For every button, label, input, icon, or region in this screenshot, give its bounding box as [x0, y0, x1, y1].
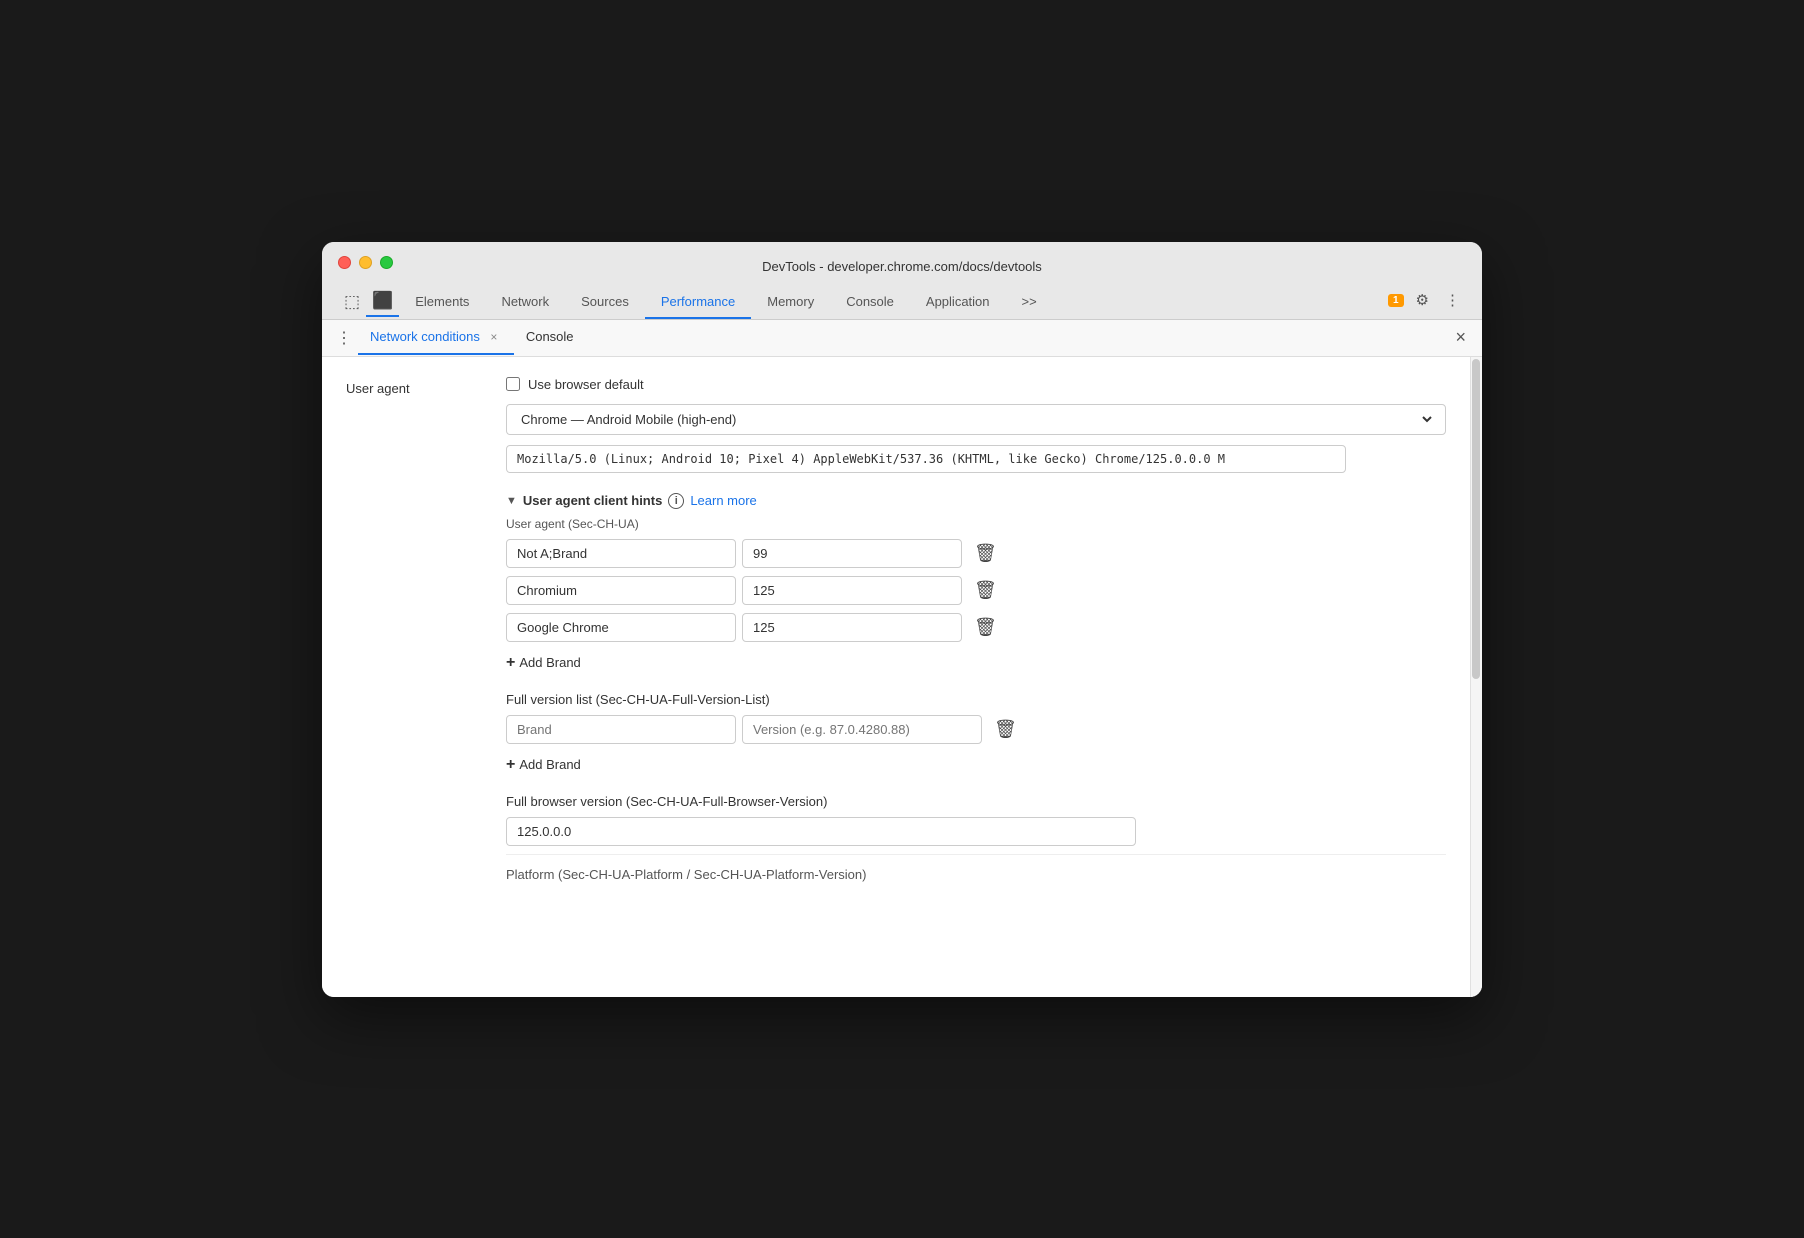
tab-elements[interactable]: Elements: [399, 286, 485, 319]
add-brand-full-label: Add Brand: [519, 757, 580, 772]
user-agent-content: Use browser default Chrome — Android Mob…: [506, 377, 1446, 882]
drawer-tab-nc-close[interactable]: ×: [486, 329, 502, 345]
trash-icon-0: 🗑: [974, 543, 997, 563]
minimize-button[interactable]: [359, 256, 372, 269]
trash-icon-1: 🗑: [974, 580, 997, 600]
ua-dropdown-select[interactable]: Chrome — Android Mobile (high-end): [517, 411, 1435, 428]
cursor-icon-btn[interactable]: ⬚: [338, 288, 366, 316]
full-version-brand-input[interactable]: [506, 715, 736, 744]
drawer-close-button[interactable]: ×: [1447, 323, 1474, 352]
full-version-list-section: Full version list (Sec-CH-UA-Full-Versio…: [506, 692, 1446, 778]
drawer-tab-nc-label: Network conditions: [370, 329, 480, 344]
full-browser-version-label: Full browser version (Sec-CH-UA-Full-Bro…: [506, 794, 1446, 809]
ua-dropdown[interactable]: Chrome — Android Mobile (high-end): [506, 404, 1446, 435]
ua-string-field[interactable]: Mozilla/5.0 (Linux; Android 10; Pixel 4)…: [506, 445, 1346, 473]
tab-sources[interactable]: Sources: [565, 286, 645, 319]
toolbar-icons: 1 ⚙ ⋮: [1388, 287, 1466, 317]
more-options-button[interactable]: ⋮: [1439, 287, 1466, 313]
brand-row-0: 🗑: [506, 539, 1446, 568]
use-browser-default-label: Use browser default: [528, 377, 644, 392]
client-hints-label: User agent client hints: [523, 493, 662, 508]
devtools-body: ⋮ Network conditions × Console × User ag…: [322, 320, 1482, 997]
full-version-version-input[interactable]: [742, 715, 982, 744]
add-brand-label: Add Brand: [519, 655, 580, 670]
brand-version-input-2[interactable]: [742, 613, 962, 642]
trash-icon-full: 🗑: [994, 719, 1017, 739]
full-browser-version-input[interactable]: [506, 817, 1136, 846]
client-hints-title: ▼ User agent client hints i Learn more: [506, 493, 1446, 509]
drawer-tab-console[interactable]: Console: [514, 321, 586, 354]
inspect-icon-btn[interactable]: ⬛: [366, 287, 399, 317]
brand-name-input-2[interactable]: [506, 613, 736, 642]
drawer-more-icon[interactable]: ⋮: [330, 320, 358, 356]
brand-version-input-0[interactable]: [742, 539, 962, 568]
sec-ch-ua-label: User agent (Sec-CH-UA): [506, 517, 1446, 531]
tab-more[interactable]: >>: [1006, 286, 1053, 319]
learn-more-link[interactable]: Learn more: [690, 493, 756, 508]
brand-row-2: 🗑: [506, 613, 1446, 642]
expand-triangle-icon[interactable]: ▼: [506, 495, 517, 507]
full-version-brand-row-0: 🗑: [506, 715, 1446, 744]
devtools-window: DevTools - developer.chrome.com/docs/dev…: [322, 242, 1482, 997]
use-browser-default-checkbox[interactable]: [506, 377, 520, 391]
delete-brand-btn-2[interactable]: 🗑: [968, 613, 1003, 642]
scrollbar-thumb[interactable]: [1472, 359, 1480, 679]
use-browser-default-row: Use browser default: [506, 377, 1446, 392]
tab-network[interactable]: Network: [485, 286, 565, 319]
scrollbar-track[interactable]: [1470, 357, 1482, 997]
add-brand-full-button[interactable]: + Add Brand: [506, 752, 581, 778]
trash-icon-2: 🗑: [974, 617, 997, 637]
brand-name-input-1[interactable]: [506, 576, 736, 605]
brand-name-input-0[interactable]: [506, 539, 736, 568]
add-icon-full: +: [506, 756, 515, 774]
user-agent-label: User agent: [346, 377, 506, 396]
user-agent-section: User agent Use browser default Chrome — …: [346, 377, 1446, 882]
delete-brand-btn-1[interactable]: 🗑: [968, 576, 1003, 605]
tab-application[interactable]: Application: [910, 286, 1006, 319]
drawer-tab-console-label: Console: [526, 329, 574, 344]
window-title: DevTools - developer.chrome.com/docs/dev…: [338, 259, 1466, 274]
delete-full-version-brand-btn[interactable]: 🗑: [988, 715, 1023, 744]
settings-button[interactable]: ⚙: [1410, 287, 1435, 313]
maximize-button[interactable]: [380, 256, 393, 269]
delete-brand-btn-0[interactable]: 🗑: [968, 539, 1003, 568]
main-tabs-bar: ⬚ ⬛ Elements Network Sources Performance…: [338, 286, 1466, 319]
notification-badge: 1: [1388, 294, 1404, 307]
add-brand-button[interactable]: + Add Brand: [506, 650, 581, 676]
info-icon[interactable]: i: [668, 493, 684, 509]
close-button[interactable]: [338, 256, 351, 269]
drawer-tabs: ⋮ Network conditions × Console ×: [322, 320, 1482, 357]
platform-label: Platform (Sec-CH-UA-Platform / Sec-CH-UA…: [506, 854, 1446, 882]
content-area: User agent Use browser default Chrome — …: [322, 357, 1470, 997]
full-version-list-label: Full version list (Sec-CH-UA-Full-Versio…: [506, 692, 1446, 707]
brand-version-input-1[interactable]: [742, 576, 962, 605]
tab-memory[interactable]: Memory: [751, 286, 830, 319]
add-icon: +: [506, 654, 515, 672]
tab-console[interactable]: Console: [830, 286, 910, 319]
titlebar: DevTools - developer.chrome.com/docs/dev…: [322, 242, 1482, 320]
brand-row-1: 🗑: [506, 576, 1446, 605]
tab-performance[interactable]: Performance: [645, 286, 751, 319]
drawer-tab-network-conditions[interactable]: Network conditions ×: [358, 321, 514, 355]
main-content: User agent Use browser default Chrome — …: [322, 357, 1482, 997]
